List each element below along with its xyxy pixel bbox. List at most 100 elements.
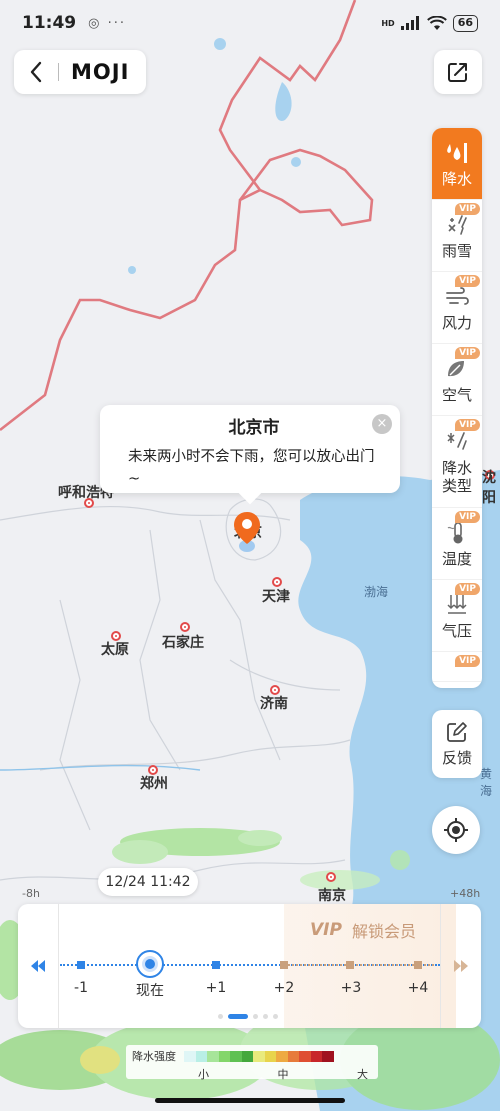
layer-label: 降水类型 xyxy=(441,458,472,495)
layer-label: 温度 xyxy=(441,549,472,568)
top-navbar: MOJI xyxy=(14,50,146,94)
layer-label: 雨雪 xyxy=(441,241,472,260)
timeline-label: +1 xyxy=(205,980,227,996)
timeline-node xyxy=(280,961,288,969)
timeline-node xyxy=(346,961,354,969)
edit-icon xyxy=(447,721,467,742)
vip-badge: VIP xyxy=(455,655,480,667)
layer-label: 空气 xyxy=(441,385,472,404)
timeline-node[interactable] xyxy=(212,961,220,969)
legend-swatch xyxy=(299,1050,311,1062)
city-label: 南京 xyxy=(318,888,346,904)
layer-label: 气压 xyxy=(441,621,472,640)
city-marker xyxy=(326,872,336,882)
legend-swatch xyxy=(230,1050,242,1062)
city-label: 天津 xyxy=(262,589,290,605)
legend-swatch xyxy=(253,1050,265,1062)
vip-badge: VIP xyxy=(455,275,480,287)
layer-label: 风力 xyxy=(441,313,472,332)
status-extra: ◎ ··· xyxy=(88,15,126,31)
legend-swatch xyxy=(264,1050,276,1062)
vip-badge: VIP xyxy=(455,583,480,595)
vip-badge: VIP xyxy=(455,347,480,359)
sea-label: 黄海 xyxy=(480,767,493,798)
precip-legend: 降水强度 小 中 大 xyxy=(126,1045,378,1081)
legend-swatch xyxy=(207,1050,219,1062)
vip-badge: VIP xyxy=(455,419,480,431)
locate-button[interactable] xyxy=(432,806,480,854)
layer-air[interactable]: VIP 空气 xyxy=(432,344,482,416)
hd-icon: HD xyxy=(381,18,395,28)
feedback-label: 反馈 xyxy=(441,748,472,767)
layer-precip-type[interactable]: VIP 降水类型 xyxy=(432,416,482,508)
popup-message: 未来两小时不会下雨，您可以放心出门~ xyxy=(128,449,375,487)
popup-close-button[interactable]: × xyxy=(372,414,392,434)
moji-logo: MOJI xyxy=(71,60,130,84)
wind-icon xyxy=(444,284,470,310)
rain-snow-icon xyxy=(444,212,470,238)
layer-pressure[interactable]: VIP 气压 xyxy=(432,580,482,652)
layer-precipitation[interactable]: 降水 xyxy=(432,128,482,200)
timeline-timestamp: 12/24 11:42 xyxy=(98,868,198,896)
legend-swatch xyxy=(287,1050,299,1062)
legend-mid: 中 xyxy=(277,1068,289,1081)
legend-color-scale xyxy=(184,1050,334,1062)
timeline-current-handle[interactable] xyxy=(136,950,164,978)
city-label: 济南 xyxy=(260,696,288,712)
leaf-icon xyxy=(444,356,470,382)
location-pin-icon[interactable] xyxy=(231,510,263,554)
timeline-label: +4 xyxy=(407,980,429,996)
layer-label: 降水 xyxy=(441,169,472,188)
divider xyxy=(58,63,59,81)
divider xyxy=(58,904,59,1028)
timeline-panel: VIP 解锁会员 -1 现在 +1 +2 +3 +4 xyxy=(18,904,481,1028)
legend-swatch xyxy=(322,1050,334,1062)
thermometer-icon xyxy=(444,520,470,546)
vip-badge: VIP xyxy=(455,511,480,523)
sea-label: 渤海 xyxy=(364,585,389,599)
back-button[interactable] xyxy=(14,50,58,94)
legend-swatch xyxy=(184,1050,196,1062)
legend-swatch xyxy=(218,1050,230,1062)
wifi-icon xyxy=(426,15,447,30)
layer-more[interactable]: VIP xyxy=(432,652,482,682)
city-label: 沈阳 xyxy=(482,470,496,506)
vip-logo: VIP xyxy=(310,920,342,940)
legend-swatch xyxy=(276,1050,288,1062)
layer-rain-snow[interactable]: VIP 雨雪 xyxy=(432,200,482,272)
rain-drops-icon xyxy=(444,140,470,166)
timeline-right-offset: +48h xyxy=(450,887,481,900)
city-label: 郑州 xyxy=(140,776,168,792)
fast-forward-icon[interactable] xyxy=(451,956,471,976)
divider xyxy=(440,904,441,1028)
rewind-icon[interactable] xyxy=(28,956,48,976)
status-bar: 11:49 ◎ ··· HD 66 xyxy=(0,0,500,46)
legend-high: 大 xyxy=(357,1068,368,1081)
city-label: 太原 xyxy=(101,642,129,658)
timeline-label: +2 xyxy=(273,980,295,996)
timeline-label: +3 xyxy=(340,980,362,996)
city-label: 石家庄 xyxy=(162,635,204,651)
legend-swatch xyxy=(310,1050,322,1062)
timeline-label: -1 xyxy=(74,980,88,996)
legend-swatch xyxy=(241,1050,253,1062)
status-time: 11:49 xyxy=(22,13,77,33)
timeline-node[interactable] xyxy=(77,961,85,969)
location-popup[interactable]: 北京市 未来两小时不会下雨，您可以放心出门~ × xyxy=(100,405,400,493)
layer-wind[interactable]: VIP 风力 xyxy=(432,272,482,344)
legend-low: 小 xyxy=(198,1068,209,1081)
back-arrow-icon xyxy=(30,61,42,83)
pressure-icon xyxy=(444,592,470,618)
popup-title: 北京市 xyxy=(228,418,280,438)
feedback-button[interactable]: 反馈 xyxy=(432,710,482,778)
home-indicator[interactable] xyxy=(155,1098,345,1103)
unlock-vip-button[interactable]: VIP 解锁会员 xyxy=(310,918,416,942)
layer-temperature[interactable]: VIP 温度 xyxy=(432,508,482,580)
layer-panel: 降水 VIP 雨雪 VIP 风力 VIP 空气 VIP 降水类型 VIP 温度 xyxy=(432,128,482,688)
timeline-left-offset: -8h xyxy=(22,887,40,900)
timeline-node xyxy=(414,961,422,969)
legend-title: 降水强度 xyxy=(132,1050,176,1063)
share-button[interactable] xyxy=(434,50,482,94)
locate-icon xyxy=(444,818,468,842)
precip-type-icon xyxy=(444,429,470,455)
